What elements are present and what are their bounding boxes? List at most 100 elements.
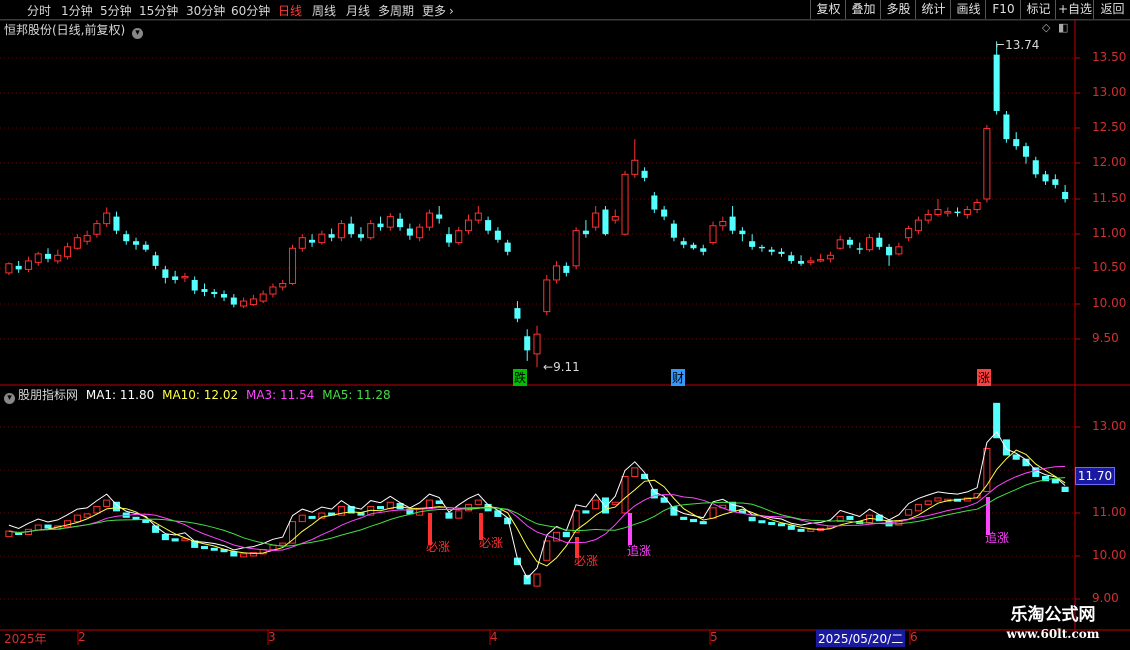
candle-body — [553, 265, 561, 281]
indicator-bar — [777, 523, 786, 527]
y-tick-label: 11.00 — [1092, 505, 1127, 519]
candle-body — [298, 237, 306, 249]
period-tab[interactable]: 多周期 — [378, 2, 414, 19]
period-tab[interactable]: 60分钟 — [231, 2, 270, 19]
candle-body — [905, 228, 913, 239]
chart-area — [0, 20, 1130, 645]
candle-body — [1022, 146, 1030, 157]
indicator-name: 股朋指标网 — [18, 388, 79, 402]
candle-body — [865, 237, 874, 251]
period-tab[interactable]: 30分钟 — [186, 2, 225, 19]
candle-body — [436, 214, 443, 219]
candle-body — [602, 209, 609, 235]
ma1-value: MA1: 11.80 — [85, 388, 155, 402]
toolbar-button[interactable]: F10 — [985, 0, 1021, 19]
indicator-bar — [1061, 486, 1069, 493]
toolbar-button[interactable]: 多股 — [880, 0, 916, 19]
toolbar-button[interactable]: +自选 — [1055, 0, 1094, 19]
candle-body — [749, 241, 756, 247]
candle-body — [768, 249, 775, 252]
toolbar-button[interactable]: 叠加 — [845, 0, 881, 19]
time-axis-label: 4 — [490, 630, 498, 644]
candle-body — [886, 246, 893, 256]
time-axis-label: 2025年 — [4, 632, 47, 646]
indicator-bar — [103, 499, 111, 508]
indicator-bar — [748, 516, 756, 522]
candle-body — [181, 275, 189, 279]
period-tab[interactable]: 周线 — [312, 2, 336, 19]
chevron-down-icon[interactable]: ▾ — [132, 28, 144, 39]
indicator-bar — [699, 521, 707, 525]
candle-body — [93, 223, 101, 235]
panel-layout-icon[interactable]: ◧ — [1058, 21, 1068, 34]
indicator-bar — [230, 551, 238, 557]
candle-body — [719, 221, 727, 227]
indicator-bar — [768, 521, 776, 525]
y-tick-label: 10.50 — [1092, 260, 1127, 274]
high-price-label: ⌐13.74 — [995, 38, 1040, 52]
candle-body — [386, 216, 394, 228]
y-tick-label: 11.50 — [1092, 191, 1127, 205]
indicator-bar — [934, 497, 942, 502]
indicator-panel-title[interactable]: ▾ 股朋指标网 MA1: 11.80 MA10: 12.02 MA3: 11.54… — [4, 386, 391, 404]
indicator-bar — [846, 515, 854, 520]
time-axis-label: 3 — [268, 630, 276, 644]
candle-body — [152, 255, 159, 266]
candle-body — [778, 251, 785, 254]
toolbar-button[interactable]: 标记 — [1020, 0, 1056, 19]
indicator-bar — [376, 506, 385, 510]
period-tab[interactable]: 1分钟 — [61, 2, 93, 19]
toolbar-button[interactable]: 复权 — [810, 0, 846, 19]
candle-body — [259, 293, 267, 302]
candle-body — [377, 223, 384, 228]
watermark-title: 乐淘公式网 — [1010, 605, 1096, 625]
period-tab[interactable]: 5分钟 — [100, 2, 132, 19]
candle-body — [1032, 160, 1039, 175]
candle-body — [572, 230, 580, 267]
period-tab[interactable]: 日线 — [278, 2, 302, 19]
grid-lines — [0, 20, 1130, 645]
time-axis-label: 2 — [78, 630, 86, 644]
y-tick-label: 11.00 — [1092, 226, 1127, 240]
candle-body — [64, 246, 72, 258]
indicator-bar — [357, 512, 365, 516]
main-panel-title[interactable]: 恒邦股份(日线,前复权) ▾ — [4, 21, 144, 39]
toolbar-button[interactable]: 统计 — [915, 0, 951, 19]
toolbar-button[interactable]: 画线 — [950, 0, 986, 19]
indicator-bar — [83, 513, 91, 518]
indicator-bar — [592, 499, 600, 510]
indicator-bar — [132, 516, 140, 520]
candle-body — [504, 242, 511, 252]
candle-body — [397, 218, 404, 228]
candle-body — [348, 223, 355, 235]
candle-body — [474, 212, 482, 221]
period-tab[interactable]: 15分钟 — [139, 2, 178, 19]
candle-body — [807, 260, 815, 263]
period-tab[interactable]: 更多 › — [422, 2, 454, 19]
indicator-bar — [298, 514, 306, 523]
candle-body — [465, 219, 473, 232]
indicator-bar — [200, 546, 209, 550]
period-tab[interactable]: 月线 — [346, 2, 370, 19]
candle-body — [817, 259, 825, 262]
y-tick-label: 13.00 — [1092, 85, 1127, 99]
toolbar-button[interactable]: 返回 — [1093, 0, 1130, 19]
indicator-bar — [240, 553, 248, 558]
more-arrow-icon[interactable]: › — [449, 4, 454, 18]
period-tab[interactable]: 分时 — [27, 2, 51, 19]
indicator-bar — [1032, 467, 1040, 477]
y-tick-label: 13.50 — [1092, 50, 1127, 64]
candle-body — [172, 276, 179, 280]
indicator-bar — [709, 507, 717, 519]
time-axis-label: 6 — [910, 630, 918, 644]
chevron-down-icon[interactable]: ▾ — [4, 393, 15, 404]
signal-label: 追涨 — [985, 531, 1010, 545]
diamond-icon[interactable]: ◇ — [1042, 21, 1050, 34]
candle-body — [406, 228, 413, 236]
candle-body — [191, 279, 198, 291]
candle-body — [651, 195, 658, 210]
candle-body — [162, 269, 169, 278]
candle-body — [279, 282, 287, 288]
y-tick-label: 9.50 — [1092, 331, 1119, 345]
indicator-bar — [680, 516, 688, 520]
